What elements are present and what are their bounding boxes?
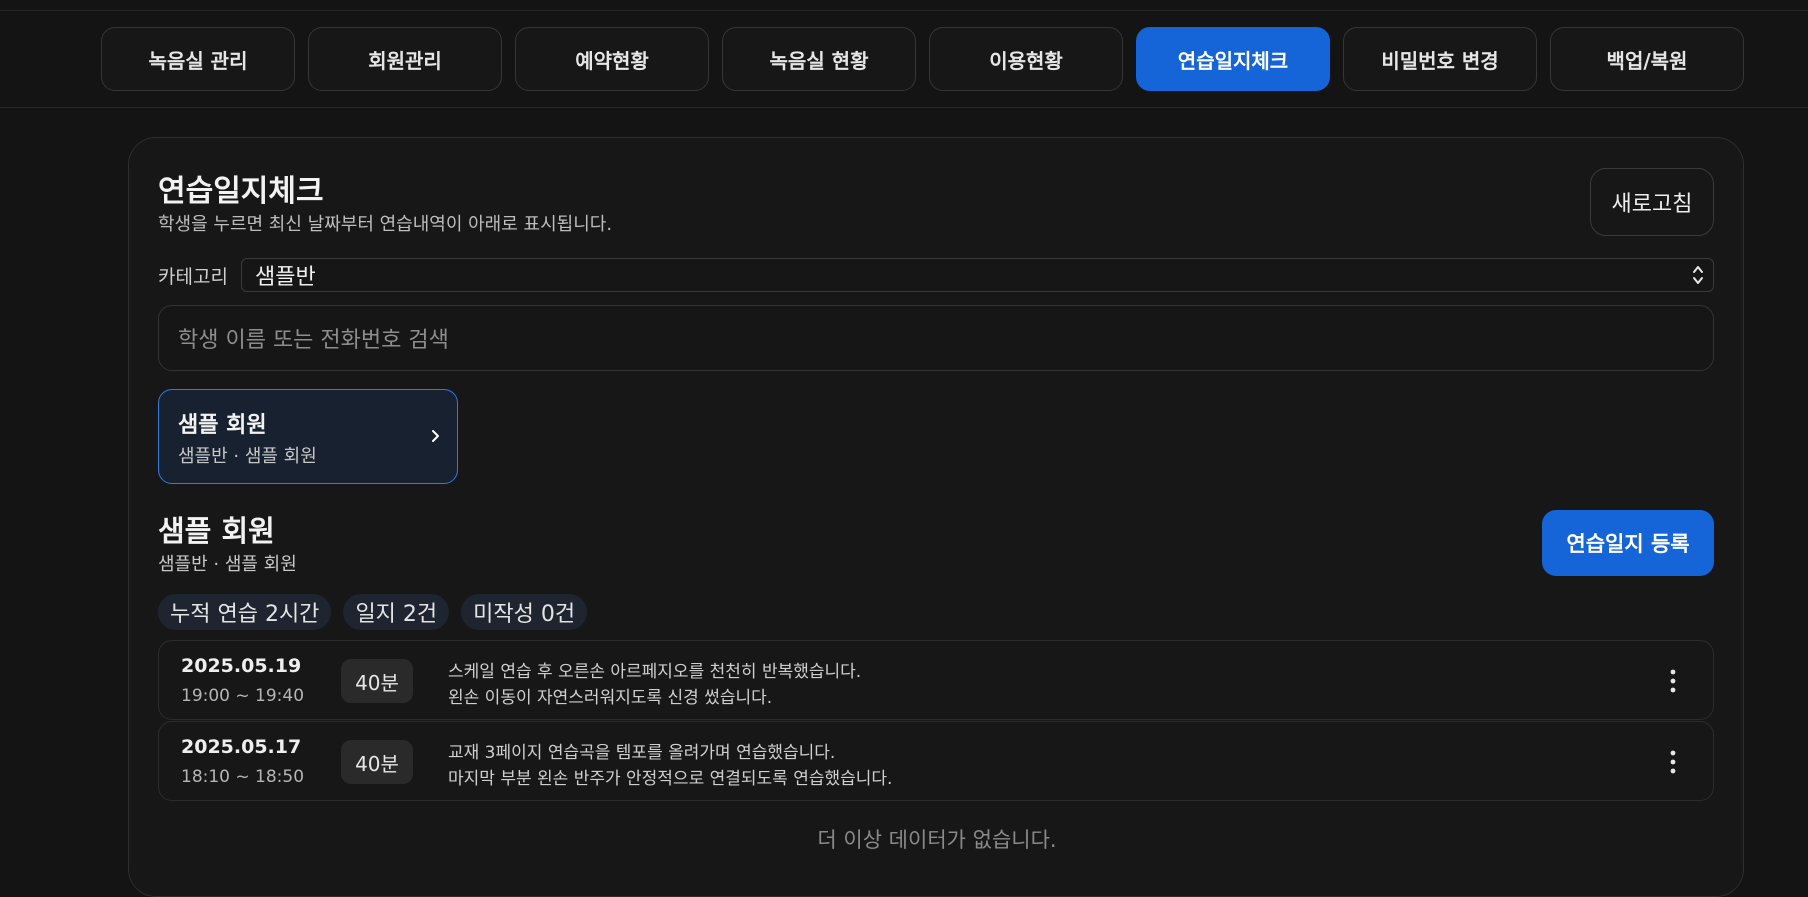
tab-studio-management[interactable]: 녹음실 관리 [101, 27, 295, 91]
tab-usage-status[interactable]: 이용현황 [929, 27, 1123, 91]
main-nav: 녹음실 관리 회원관리 예약현황 녹음실 현황 이용현황 연습일지체크 비밀번호… [101, 27, 1744, 91]
tab-change-password[interactable]: 비밀번호 변경 [1343, 27, 1537, 91]
log-time: 19:00 ~ 19:40 [181, 686, 305, 706]
log-date: 2025.05.19 [181, 655, 302, 677]
page-subtitle: 학생을 누르면 최신 날짜부터 연습내역이 아래로 표시됩니다. [158, 214, 613, 235]
refresh-button[interactable]: 새로고침 [1590, 168, 1714, 236]
student-card-sub: 샘플반 · 샘플 회원 [178, 446, 317, 467]
select-arrows-icon [1693, 266, 1703, 284]
tab-reservation-status[interactable]: 예약현황 [515, 27, 709, 91]
student-search-input[interactable]: 학생 이름 또는 전화번호 검색 [158, 305, 1714, 371]
register-log-button[interactable]: 연습일지 등록 [1542, 510, 1714, 576]
tab-practice-log-check[interactable]: 연습일지체크 [1136, 27, 1330, 91]
log-row[interactable]: 2025.05.17 18:10 ~ 18:50 40분 교재 3페이지 연습곡… [158, 721, 1714, 801]
log-row[interactable]: 2025.05.19 19:00 ~ 19:40 40분 스케일 연습 후 오른… [158, 640, 1714, 720]
log-date: 2025.05.17 [181, 736, 302, 758]
tab-studio-status[interactable]: 녹음실 현황 [722, 27, 916, 91]
more-options-icon[interactable] [1667, 668, 1679, 694]
detail-student-name: 샘플 회원 [158, 514, 275, 548]
tab-member-management[interactable]: 회원관리 [308, 27, 502, 91]
log-note-line: 스케일 연습 후 오른손 아르페지오를 천천히 반복했습니다. [448, 662, 862, 682]
more-options-icon[interactable] [1667, 749, 1679, 775]
practice-log-panel: 연습일지체크 학생을 누르면 최신 날짜부터 연습내역이 아래로 표시됩니다. … [128, 137, 1744, 897]
log-duration-badge: 40분 [341, 659, 413, 703]
tab-backup-restore[interactable]: 백업/복원 [1550, 27, 1744, 91]
category-selected-value: 샘플반 [255, 265, 316, 290]
unwritten-count-chip: 미작성 0건 [461, 594, 588, 630]
empty-state-message: 더 이상 데이터가 없습니다. [817, 828, 1057, 852]
nav-divider [0, 107, 1808, 108]
log-note-line: 왼손 이동이 자연스러워지도록 신경 썼습니다. [448, 688, 773, 708]
chevron-right-icon [432, 430, 439, 442]
log-note-line: 마지막 부분 왼손 반주가 안정적으로 연결되도록 연습했습니다. [448, 769, 893, 789]
stats-chips: 누적 연습 2시간 일지 2건 미작성 0건 [158, 594, 588, 630]
student-card-name: 샘플 회원 [178, 413, 267, 438]
log-time: 18:10 ~ 18:50 [181, 767, 305, 787]
page-title: 연습일지체크 [158, 174, 324, 209]
student-card[interactable]: 샘플 회원 샘플반 · 샘플 회원 [158, 389, 458, 484]
log-duration-badge: 40분 [341, 740, 413, 784]
detail-student-sub: 샘플반 · 샘플 회원 [158, 554, 297, 575]
log-count-chip: 일지 2건 [343, 594, 450, 630]
total-practice-chip: 누적 연습 2시간 [158, 594, 332, 630]
category-select[interactable]: 샘플반 [241, 258, 1714, 292]
log-note-line: 교재 3페이지 연습곡을 템포를 올려가며 연습했습니다. [448, 743, 836, 763]
top-divider [0, 10, 1808, 11]
category-label: 카테고리 [158, 266, 228, 288]
